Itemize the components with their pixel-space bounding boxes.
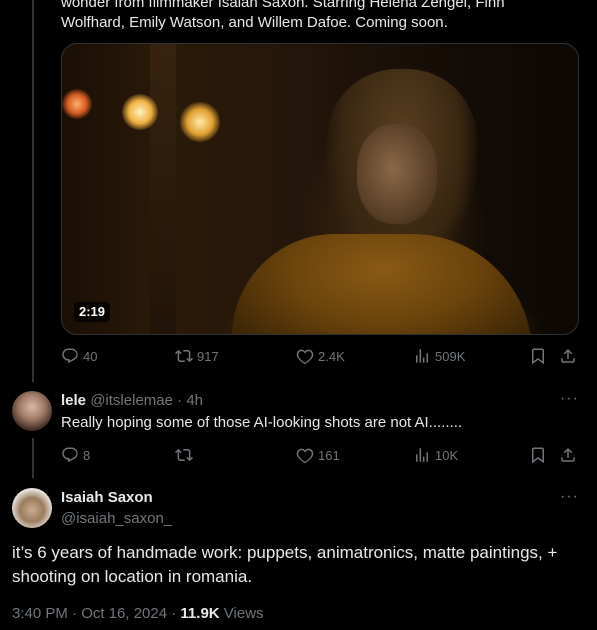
reply-button[interactable]: 8 [61, 446, 90, 464]
reply-author-handle[interactable]: @itslelemae [90, 392, 173, 409]
video-player[interactable]: 2:19 [61, 43, 579, 335]
bookmark-button[interactable] [529, 446, 547, 464]
thread-line-top [32, 0, 34, 382]
heart-icon [296, 448, 314, 464]
views-icon [416, 448, 428, 462]
bookmark-icon [532, 348, 544, 365]
repost-button[interactable] [175, 446, 197, 464]
share-button[interactable] [559, 446, 577, 464]
video-duration: 2:19 [74, 302, 111, 322]
reply-separator: · [177, 392, 183, 409]
tweet-actions: 40 917 2.4K 509K [61, 347, 581, 367]
like-button[interactable]: 161 [296, 446, 340, 464]
main-tweet-text: it’s 6 years of handmade work: puppets, … [12, 543, 558, 586]
views-count: 509K [435, 348, 466, 364]
avatar[interactable] [12, 391, 52, 431]
main-author-handle[interactable]: @isaiah_saxon_ [61, 510, 172, 527]
like-count: 161 [318, 447, 340, 463]
tweet-text-line1: wonder from filmmaker Isaiah Saxon. Star… [61, 0, 505, 11]
tweet-text-line2: Wolfhard, Emily Watson, and Willem Dafoe… [61, 14, 448, 31]
reply-text: Really hoping some of those AI-looking s… [61, 414, 463, 431]
like-count: 2.4K [318, 348, 345, 364]
tweet-meta: 3:40 PM · Oct 16, 2024 · 11.9K Views [12, 605, 264, 622]
reply-count: 8 [83, 447, 91, 463]
repost-count: 917 [197, 348, 219, 364]
tweet-timestamp[interactable]: 3:40 PM · Oct 16, 2024 · [12, 605, 180, 622]
reply-count: 40 [83, 348, 98, 364]
share-icon [561, 348, 575, 363]
reply-time[interactable]: 4h [186, 392, 203, 409]
main-author-name[interactable]: Isaiah Saxon [61, 489, 153, 506]
avatar[interactable] [12, 488, 52, 528]
share-button[interactable] [559, 347, 577, 365]
views-button[interactable]: 10K [413, 446, 458, 464]
video-scene-light [122, 94, 158, 130]
views-icon [416, 349, 428, 363]
reply-icon [62, 348, 78, 364]
thread-line-reply [32, 438, 34, 478]
views-button[interactable]: 509K [413, 347, 465, 365]
repost-icon [175, 448, 193, 462]
video-scene-face [357, 124, 437, 224]
bookmark-icon [532, 447, 544, 464]
reply-button[interactable]: 40 [61, 347, 97, 365]
reply-actions: 8 161 10K [61, 446, 581, 466]
more-icon[interactable]: ··· [560, 488, 579, 506]
video-scene-light [62, 89, 92, 119]
reply-author-name[interactable]: lele [61, 392, 86, 409]
tweet-views-count: 11.9K [180, 605, 220, 622]
repost-icon [175, 349, 193, 363]
bookmark-button[interactable] [529, 347, 547, 365]
repost-button[interactable]: 917 [175, 347, 219, 365]
reply-icon [62, 447, 78, 463]
video-scene-coat [232, 234, 532, 334]
tweet-views-label: Views [219, 605, 264, 622]
views-count: 10K [435, 447, 459, 463]
heart-icon [296, 349, 314, 365]
video-scene-light [180, 102, 220, 142]
video-scene-pillar [150, 44, 176, 334]
like-button[interactable]: 2.4K [296, 347, 345, 365]
reply-header: lele @itslelemae · 4h [61, 392, 203, 409]
more-icon[interactable]: ··· [560, 390, 579, 408]
share-icon [561, 447, 575, 462]
